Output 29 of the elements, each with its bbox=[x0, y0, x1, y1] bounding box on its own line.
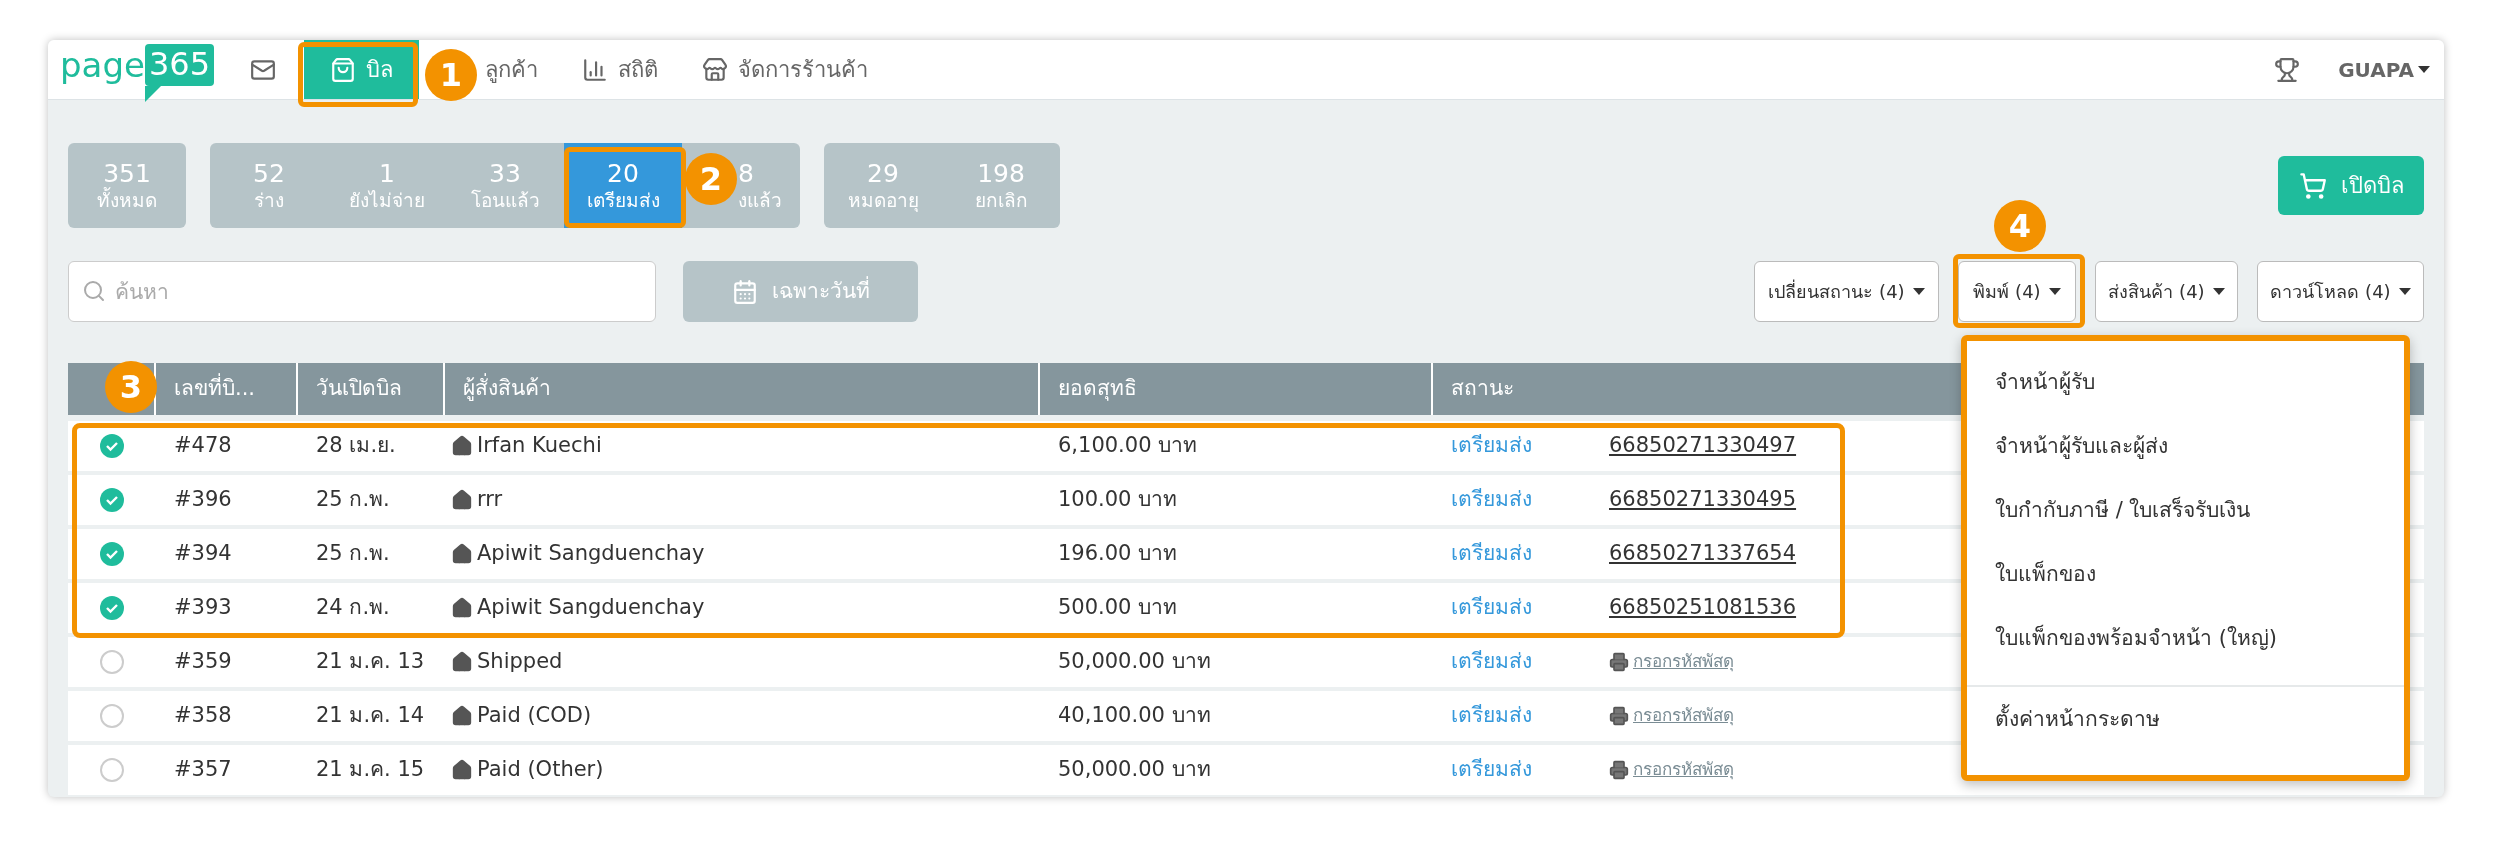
bill-date: 28 เม.ย. bbox=[315, 432, 397, 460]
net-total: 50,000.00 บาท bbox=[1057, 756, 1212, 784]
customer-name: Apiwit Sangduenchay bbox=[477, 594, 705, 622]
bill-number: #396 bbox=[173, 486, 233, 514]
net-total: 100.00 บาท bbox=[1057, 486, 1179, 514]
customer-name: rrr bbox=[477, 486, 503, 514]
bill-number: #359 bbox=[173, 648, 233, 676]
customer-name: Shipped bbox=[477, 648, 563, 676]
bill-date: 25 ก.พ. bbox=[315, 486, 391, 514]
customer-name: Paid (COD) bbox=[477, 702, 592, 730]
bill-number: #394 bbox=[173, 540, 233, 568]
net-total: 6,100.00 บาท bbox=[1057, 432, 1199, 460]
net-total: 40,100.00 บาท bbox=[1057, 702, 1212, 730]
bill-number: #358 bbox=[173, 702, 233, 730]
bill-date: 21 ม.ค. 13 bbox=[315, 648, 426, 676]
bill-number: #357 bbox=[173, 756, 233, 784]
step-marker: 4 bbox=[1994, 200, 2046, 252]
bill-date: 21 ม.ค. 14 bbox=[315, 702, 426, 730]
bill-date: 25 ก.พ. bbox=[315, 540, 391, 568]
bill-number: #393 bbox=[173, 594, 233, 622]
customer-name: Paid (Other) bbox=[477, 756, 604, 784]
customer-name: Irfan Kuechi bbox=[477, 432, 602, 460]
net-total: 196.00 บาท bbox=[1057, 540, 1179, 568]
bill-number: #478 bbox=[173, 432, 233, 460]
customer-name: Apiwit Sangduenchay bbox=[477, 540, 705, 568]
bill-date: 24 ก.พ. bbox=[315, 594, 391, 622]
net-total: 500.00 บาท bbox=[1057, 594, 1179, 622]
net-total: 50,000.00 บาท bbox=[1057, 648, 1212, 676]
bill-date: 21 ม.ค. 15 bbox=[315, 756, 426, 784]
